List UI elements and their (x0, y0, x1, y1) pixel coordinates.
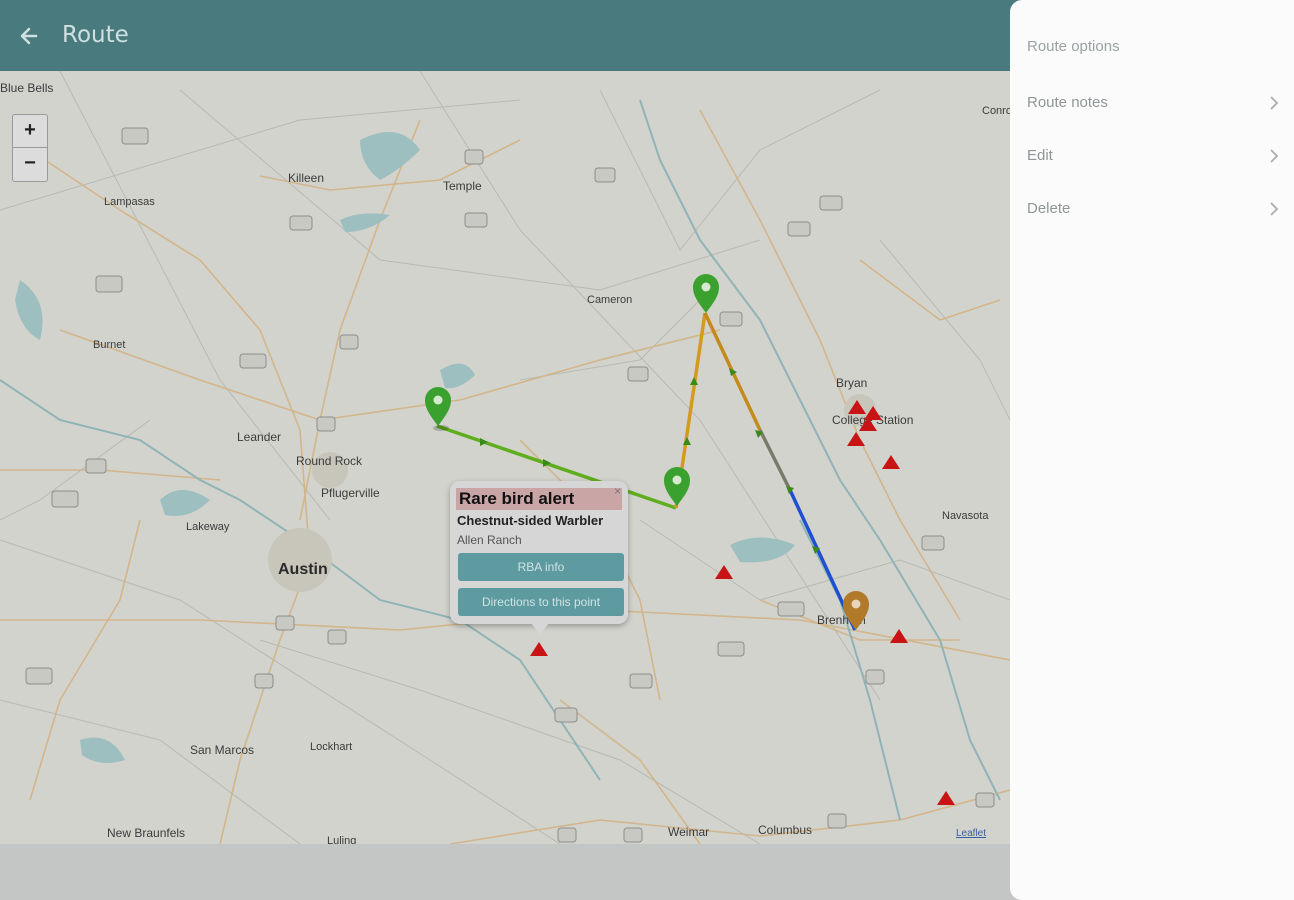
route-overlay (425, 274, 955, 805)
panel-header: Route options (1027, 38, 1120, 55)
menu-item-label: Route notes (1027, 94, 1108, 111)
popup-heading: Rare bird alert (456, 488, 622, 510)
rare-bird-alert-marker (715, 565, 733, 579)
rare-bird-alert-marker (937, 791, 955, 805)
arrow-left-icon (20, 27, 38, 45)
rare-bird-alert-marker (530, 642, 548, 656)
rare-bird-alert-marker (882, 455, 900, 469)
rare-bird-alert-popup: Rare bird alert × Chestnut-sided Warbler… (450, 481, 628, 624)
chevron-right-icon (1270, 149, 1279, 163)
map-pin-icon-start (425, 387, 451, 431)
back-button[interactable] (14, 22, 44, 50)
menu-item-label: Delete (1027, 200, 1071, 217)
map-pin-icon-waypoint (664, 467, 690, 506)
route-segment-4 (758, 429, 792, 491)
directions-button[interactable]: Directions to this point (458, 588, 624, 616)
map-pin-icon-waypoint (693, 274, 719, 313)
route-options-panel: Route options Route notes Edit Delete (1010, 0, 1294, 900)
popup-close-button[interactable]: × (614, 484, 621, 498)
menu-item-route-notes[interactable]: Route notes (1010, 81, 1294, 125)
zoom-out-button[interactable]: − (13, 148, 47, 180)
rare-bird-alert-marker (847, 432, 865, 446)
bottom-bar (0, 844, 1010, 900)
map-pin-icon-end (843, 591, 869, 630)
page-title: Route (62, 22, 129, 48)
popup-location: Allen Ranch (457, 533, 522, 547)
popup-species: Chestnut-sided Warbler (457, 513, 604, 528)
map-view[interactable]: Blue Bells Killeen Temple Lampasas Camer… (0, 71, 1010, 844)
chevron-right-icon (1270, 202, 1279, 216)
menu-item-edit[interactable]: Edit (1010, 134, 1294, 178)
zoom-in-button[interactable]: + (13, 115, 47, 148)
leaflet-attribution-link[interactable]: Leaflet (956, 828, 986, 839)
rare-bird-alert-marker (848, 400, 866, 414)
chevron-right-icon (1270, 96, 1279, 110)
popup-tip (530, 622, 550, 634)
menu-item-label: Edit (1027, 147, 1053, 164)
rba-info-button[interactable]: RBA info (458, 553, 624, 581)
rare-bird-alert-marker (864, 406, 882, 420)
menu-item-delete[interactable]: Delete (1010, 187, 1294, 231)
zoom-control: + − (12, 114, 48, 182)
rare-bird-alert-marker (890, 629, 908, 643)
